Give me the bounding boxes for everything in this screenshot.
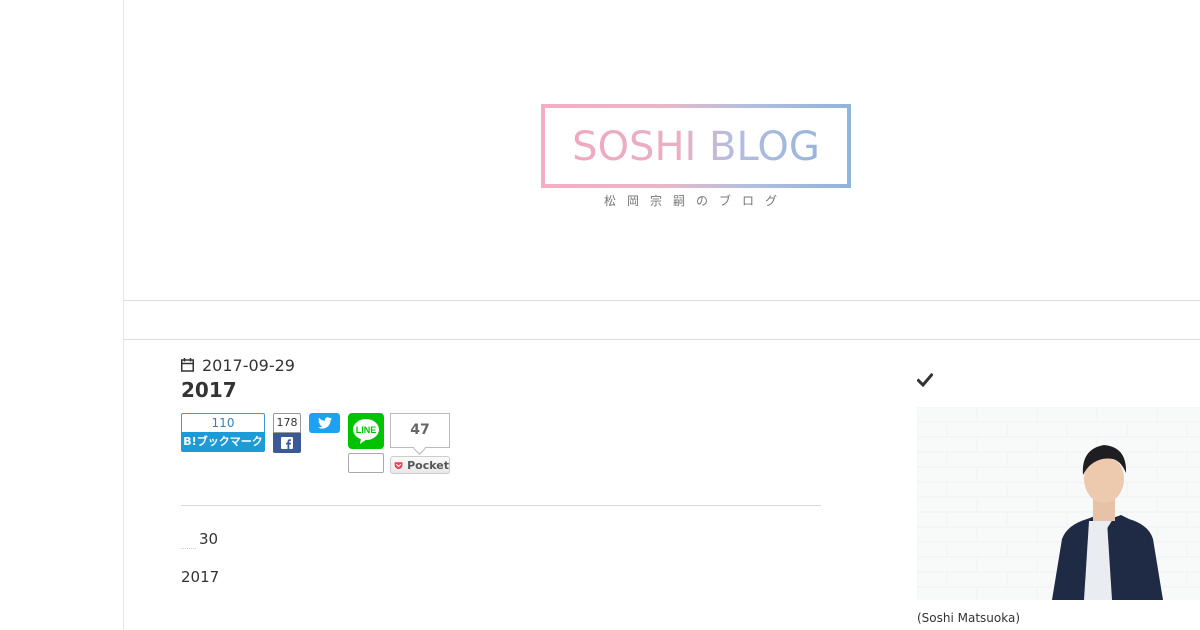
entry-title[interactable]: 2017 bbox=[181, 378, 237, 402]
facebook-icon bbox=[281, 437, 293, 449]
facebook-button[interactable] bbox=[273, 433, 301, 453]
hatena-count[interactable]: 110 bbox=[181, 413, 265, 432]
line-icon: LINE bbox=[353, 419, 379, 444]
facebook-count: 178 bbox=[273, 413, 301, 433]
entry-date[interactable]: 2017-09-29 bbox=[181, 355, 295, 375]
line-share-button[interactable]: LINE bbox=[348, 413, 384, 449]
logo-text: SOSHI BLOG bbox=[545, 124, 847, 170]
entry-paragraph-text: 30 bbox=[199, 529, 219, 548]
pocket-count: 47 bbox=[390, 413, 450, 448]
pocket-icon bbox=[394, 461, 403, 469]
entry-date-text: 2017-09-29 bbox=[202, 355, 295, 375]
blog-header: SOSHI BLOG 松岡宗嗣のブログ bbox=[124, 0, 1200, 301]
hatena-label[interactable]: B!ブックマーク bbox=[181, 432, 265, 452]
profile-photo-image bbox=[917, 407, 1200, 600]
profile-caption: (Soshi Matsuoka) bbox=[917, 611, 1021, 625]
content-divider bbox=[181, 505, 821, 506]
left-gutter bbox=[0, 0, 124, 630]
global-nav bbox=[124, 301, 1200, 340]
twitter-icon bbox=[317, 417, 332, 429]
logo-frame: SOSHI BLOG bbox=[541, 104, 851, 188]
pocket-label: Pocket bbox=[407, 458, 449, 472]
entry-paragraph: 30 bbox=[181, 528, 218, 549]
calendar-icon bbox=[181, 358, 194, 372]
profile-photo[interactable] bbox=[917, 407, 1200, 600]
twitter-share-button[interactable] bbox=[309, 413, 340, 433]
facebook-share-button[interactable]: 178 bbox=[273, 413, 301, 453]
logo-subtitle: 松岡宗嗣のブログ bbox=[603, 194, 788, 208]
check-icon bbox=[917, 373, 933, 387]
dotted-mark bbox=[181, 536, 196, 549]
line-count bbox=[348, 453, 384, 473]
pocket-button[interactable]: Pocket bbox=[390, 456, 450, 474]
line-label: LINE bbox=[356, 425, 377, 435]
blog-logo-link[interactable]: SOSHI BLOG 松岡宗嗣のブログ bbox=[541, 104, 851, 214]
hatena-bookmark-button[interactable]: 110 B!ブックマーク bbox=[181, 413, 265, 453]
entry-paragraph: 2017 bbox=[181, 568, 220, 586]
